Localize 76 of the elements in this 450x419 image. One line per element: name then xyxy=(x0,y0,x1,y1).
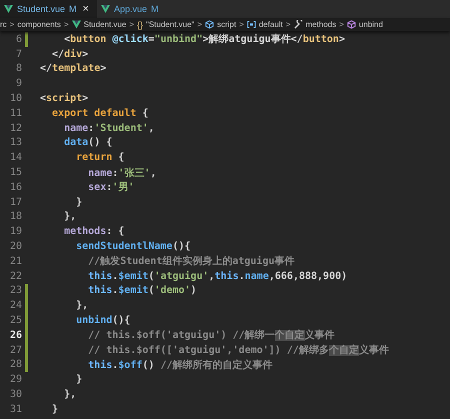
code-line: export default { xyxy=(51,108,148,119)
line-number: 11 xyxy=(8,108,22,119)
line-number: 9 xyxy=(14,78,22,90)
line-number: 24 xyxy=(8,300,22,312)
code-line: name:'张三', xyxy=(87,166,156,180)
line-number: 29 xyxy=(8,374,22,386)
line-number: 15 xyxy=(8,167,22,178)
code-line: </template> xyxy=(40,63,106,74)
vue-file-icon xyxy=(4,5,13,13)
line-number: 18 xyxy=(8,211,22,222)
breadcrumb-item[interactable]: methods xyxy=(306,20,336,29)
vue-file-icon xyxy=(72,20,81,29)
line-number: 8 xyxy=(14,63,22,74)
editor-tab[interactable]: Student.vue M × xyxy=(0,0,97,18)
line-number: 23 xyxy=(8,285,22,296)
code-line: data() { xyxy=(63,137,112,148)
code-line: }, xyxy=(63,211,76,222)
code-line: sendStudentlName(){ xyxy=(75,241,191,252)
code-line: } xyxy=(75,196,82,208)
breadcrumb-separator: > xyxy=(64,20,69,29)
braces-icon: {} xyxy=(136,20,143,30)
line-number: 14 xyxy=(8,152,22,164)
breadcrumb-item[interactable]: components xyxy=(17,20,61,29)
line-number: 10 xyxy=(8,93,22,104)
line-number: 19 xyxy=(8,226,22,238)
code-line: unbind(){ xyxy=(75,315,130,326)
code-line: //触发Student组件实例身上的atguigu事件 xyxy=(87,254,294,268)
vue-file-icon xyxy=(100,5,110,13)
line-number: 16 xyxy=(8,182,22,193)
line-number: 25 xyxy=(8,315,22,326)
breadcrumb-item[interactable]: script xyxy=(217,20,236,29)
code-line: this.$emit('demo') xyxy=(87,285,197,296)
line-number: 21 xyxy=(8,256,22,267)
breadcrumb-item[interactable]: rc xyxy=(0,20,7,29)
line-number: 12 xyxy=(8,122,22,134)
code-line: } xyxy=(51,404,58,415)
line-number: 30 xyxy=(8,389,22,400)
line-number: 13 xyxy=(8,137,22,148)
code-line: }, xyxy=(75,300,88,312)
close-icon[interactable]: × xyxy=(82,3,89,15)
variable-icon xyxy=(246,20,256,29)
code-line: methods: { xyxy=(63,226,124,238)
code-line: </div> xyxy=(51,48,88,60)
code-line: return { xyxy=(75,152,124,164)
cube-icon xyxy=(205,20,214,29)
code-line: name:'Student', xyxy=(63,122,154,134)
code-line: }, xyxy=(63,389,76,400)
code-line: } xyxy=(75,374,82,386)
line-number: 7 xyxy=(14,48,22,60)
line-number: 20 xyxy=(8,241,22,252)
breadcrumb-item[interactable]: default xyxy=(258,20,283,29)
breadcrumb-separator: > xyxy=(286,20,291,29)
line-number: 6 xyxy=(14,34,22,45)
cube-icon xyxy=(346,20,356,29)
code-line: // this.$off(['atguigu','demo']) //解绑多个自定义事件 xyxy=(87,343,389,358)
line-number: 27 xyxy=(8,344,22,356)
breadcrumb-separator: > xyxy=(339,20,344,29)
code-line: <button @click="unbind">解绑atguigu事件</button> xyxy=(63,32,345,46)
line-number: 17 xyxy=(8,196,22,208)
line-number: 28 xyxy=(8,359,22,370)
breadcrumb-item[interactable]: Student.vue xyxy=(84,20,126,29)
breadcrumb-item[interactable]: "Student.vue" xyxy=(146,20,194,29)
code-line: <script> xyxy=(40,93,88,104)
line-number: 26 xyxy=(8,330,22,341)
breadcrumb-item[interactable]: unbind xyxy=(358,20,383,29)
code-line: // this.$off('atguigu') //解绑一个自定义事件 xyxy=(87,328,335,342)
line-number: 22 xyxy=(8,270,22,282)
code-line: sex:'男' xyxy=(87,180,134,194)
code-line: this.$emit('atguigu',this.name,666,888,900) xyxy=(87,270,348,282)
wrench-icon xyxy=(294,20,303,29)
breadcrumb-separator: > xyxy=(239,20,244,29)
breadcrumb-separator: > xyxy=(10,20,14,29)
breadcrumb-separator: > xyxy=(197,20,202,29)
breadcrumb-separator: > xyxy=(129,20,134,29)
line-number: 31 xyxy=(8,404,22,415)
code-line: this.$off() //解绑所有的自定义事件 xyxy=(87,358,272,372)
